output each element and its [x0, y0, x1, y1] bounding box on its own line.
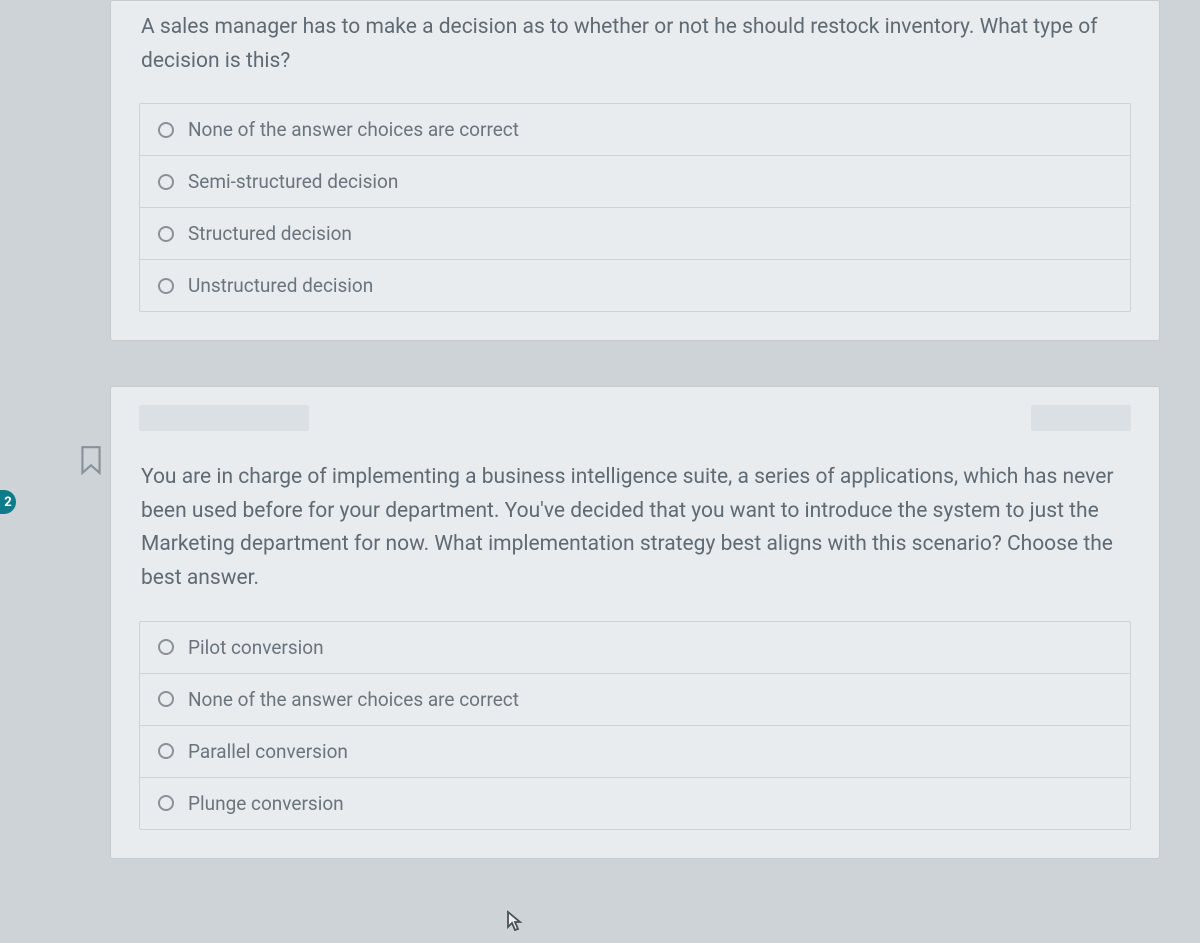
- radio-icon: [158, 691, 174, 707]
- answer-label: Unstructured decision: [188, 274, 373, 297]
- answer-label: None of the answer choices are correct: [188, 688, 519, 711]
- answer-choice[interactable]: Structured decision: [140, 208, 1130, 260]
- answer-choice[interactable]: Parallel conversion: [140, 726, 1130, 778]
- answer-label: Structured decision: [188, 222, 352, 245]
- radio-icon: [158, 795, 174, 811]
- answer-choice[interactable]: Semi-structured decision: [140, 156, 1130, 208]
- radio-icon: [158, 174, 174, 190]
- question-card: You are in charge of implementing a busi…: [110, 386, 1160, 858]
- quiz-container: A sales manager has to make a decision a…: [0, 0, 1200, 859]
- question-prompt: You are in charge of implementing a busi…: [111, 441, 1159, 620]
- answer-label: Semi-structured decision: [188, 170, 398, 193]
- answer-label: Parallel conversion: [188, 740, 348, 763]
- answer-choice[interactable]: Plunge conversion: [140, 778, 1130, 829]
- answer-label: Plunge conversion: [188, 792, 344, 815]
- cursor-icon: [505, 910, 523, 932]
- answer-choice[interactable]: None of the answer choices are correct: [140, 104, 1130, 156]
- redacted-points: [1031, 405, 1131, 431]
- question-header: [111, 387, 1159, 441]
- radio-icon: [158, 743, 174, 759]
- question-prompt: A sales manager has to make a decision a…: [111, 1, 1159, 103]
- radio-icon: [158, 122, 174, 138]
- answer-label: None of the answer choices are correct: [188, 118, 519, 141]
- redacted-label: [139, 405, 309, 431]
- answer-choices: None of the answer choices are correct S…: [139, 103, 1131, 312]
- bookmark-flag-icon[interactable]: [78, 445, 104, 475]
- radio-icon: [158, 226, 174, 242]
- radio-icon: [158, 278, 174, 294]
- answer-choice[interactable]: None of the answer choices are correct: [140, 674, 1130, 726]
- radio-icon: [158, 639, 174, 655]
- answer-choice[interactable]: Pilot conversion: [140, 622, 1130, 674]
- answer-label: Pilot conversion: [188, 636, 324, 659]
- question-card: A sales manager has to make a decision a…: [110, 0, 1160, 341]
- answer-choices: Pilot conversion None of the answer choi…: [139, 621, 1131, 830]
- answer-choice[interactable]: Unstructured decision: [140, 260, 1130, 311]
